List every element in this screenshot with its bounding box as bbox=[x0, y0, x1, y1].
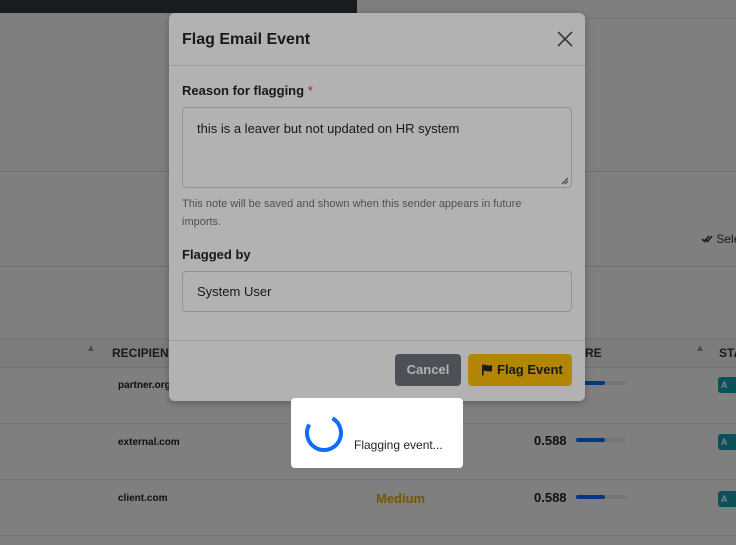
modal-dim-overlay bbox=[169, 13, 585, 401]
loading-popup: Flagging event... bbox=[291, 398, 463, 468]
loading-text: Flagging event... bbox=[354, 438, 443, 452]
spinner-icon bbox=[305, 414, 343, 452]
